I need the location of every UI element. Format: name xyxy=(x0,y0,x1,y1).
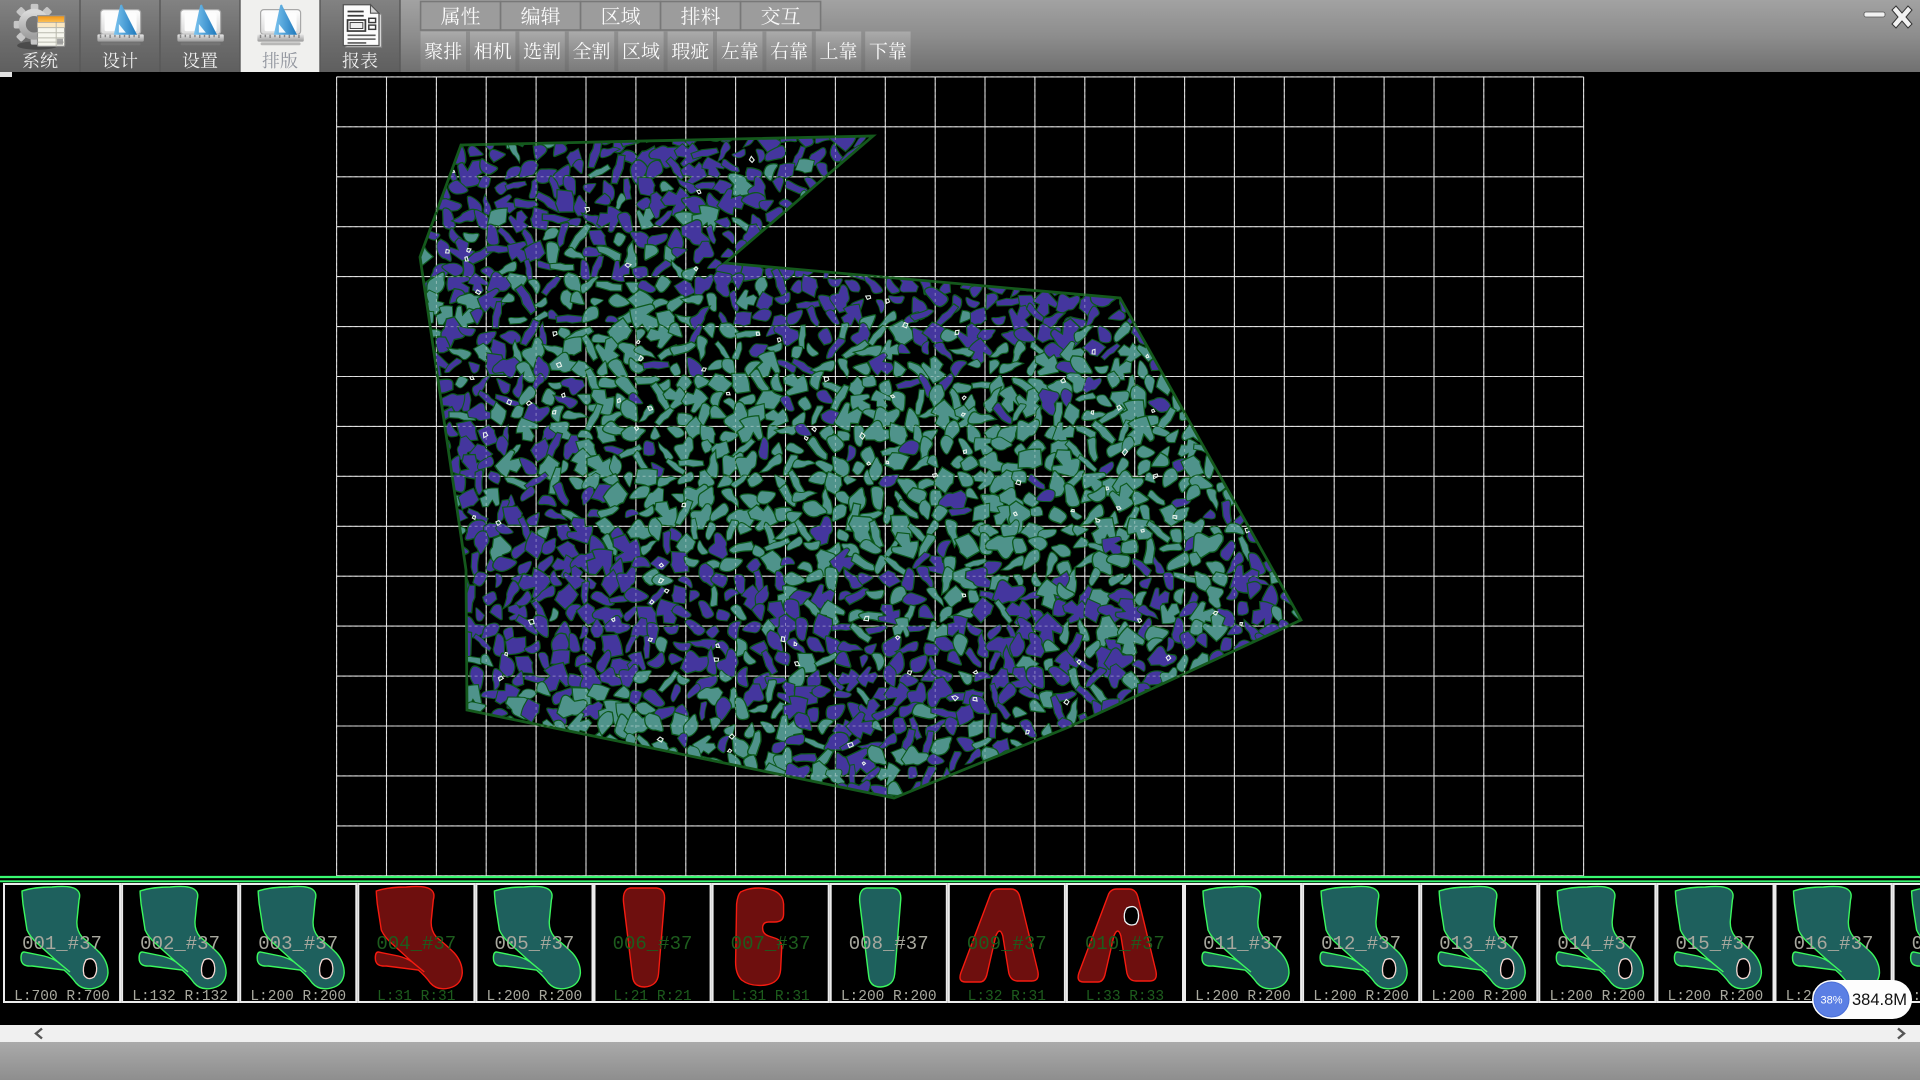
svg-text:L:32 R:31: L:32 R:31 xyxy=(968,989,1046,1005)
svg-text:L:21 R:21: L:21 R:21 xyxy=(613,989,691,1005)
svg-text:L:31 R:31: L:31 R:31 xyxy=(731,989,809,1005)
svg-text:011_#37: 011_#37 xyxy=(1203,933,1283,955)
svg-text:014_#37: 014_#37 xyxy=(1557,933,1637,955)
svg-text:005_#37: 005_#37 xyxy=(494,933,574,955)
svg-text:010_#37: 010_#37 xyxy=(1085,933,1165,955)
svg-text:L:132 R:132: L:132 R:132 xyxy=(132,989,228,1005)
svg-text:009_#37: 009_#37 xyxy=(967,933,1047,955)
svg-text:L:200 R:200: L:200 R:200 xyxy=(1431,989,1527,1005)
svg-text:012_#37: 012_#37 xyxy=(1321,933,1401,955)
svg-text:003_#37: 003_#37 xyxy=(258,933,338,955)
svg-text:L:33 R:33: L:33 R:33 xyxy=(1086,989,1164,1005)
svg-text:L:200 R:200: L:200 R:200 xyxy=(841,989,937,1005)
svg-text:L:200 R:200: L:200 R:200 xyxy=(487,989,583,1005)
svg-text:008_#37: 008_#37 xyxy=(849,933,929,955)
svg-text:L:200 R:200: L:200 R:200 xyxy=(1549,989,1645,1005)
svg-text:004_#37: 004_#37 xyxy=(376,933,456,955)
svg-text:015_#37: 015_#37 xyxy=(1675,933,1755,955)
svg-text:384.8M: 384.8M xyxy=(1852,991,1907,1009)
svg-text:L:200 R:200: L:200 R:200 xyxy=(1195,989,1291,1005)
svg-text:013_#37: 013_#37 xyxy=(1439,933,1519,955)
svg-text:017_#37: 017_#37 xyxy=(1912,933,1920,955)
svg-text:L:31 R:31: L:31 R:31 xyxy=(377,989,455,1005)
svg-text:016_#37: 016_#37 xyxy=(1794,933,1874,955)
svg-text:L:700 R:700: L:700 R:700 xyxy=(14,989,110,1005)
svg-text:L:200 R:200: L:200 R:200 xyxy=(1313,989,1409,1005)
svg-text:001_#37: 001_#37 xyxy=(22,933,102,955)
svg-text:L:200 R:200: L:200 R:200 xyxy=(250,989,346,1005)
svg-text:002_#37: 002_#37 xyxy=(140,933,220,955)
svg-text:007_#37: 007_#37 xyxy=(731,933,811,955)
svg-text:L:200 R:200: L:200 R:200 xyxy=(1668,989,1764,1005)
svg-text:38%: 38% xyxy=(1820,995,1842,1007)
svg-text:006_#37: 006_#37 xyxy=(613,933,693,955)
